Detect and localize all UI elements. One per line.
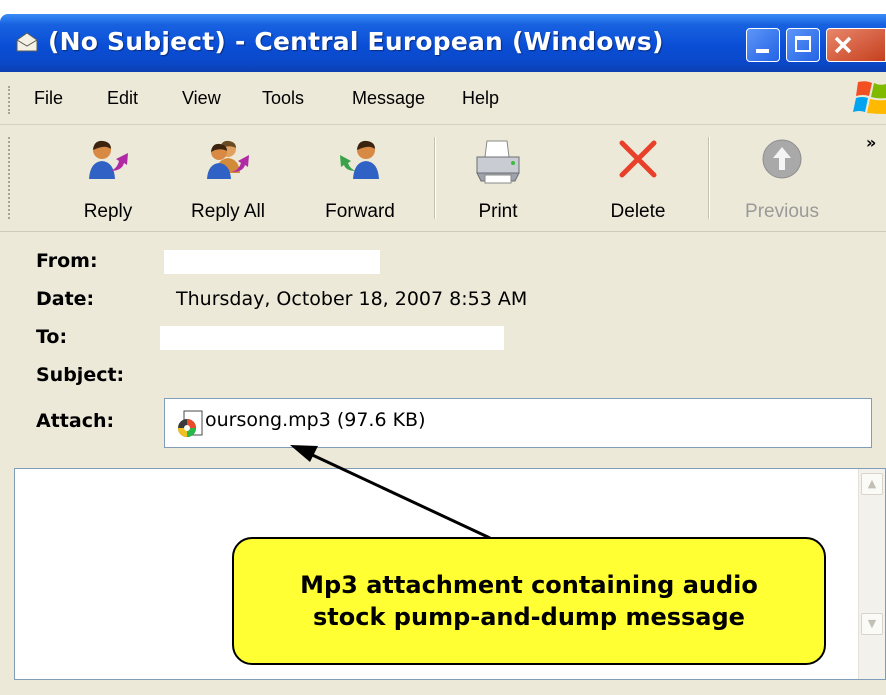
reply-all-button[interactable]: Reply All [172, 131, 284, 227]
toolbar-separator [434, 137, 436, 219]
delete-icon [619, 140, 657, 178]
audio-file-icon [178, 410, 203, 437]
attachment-field[interactable]: oursong.mp3 (97.6 KB) [164, 398, 872, 448]
toolbar-overflow-chevron[interactable]: » [866, 133, 876, 152]
menu-bar: File Edit View Tools Message Help [0, 72, 886, 125]
subject-label: Subject: [36, 364, 125, 386]
annotation-callout: Mp3 attachment containing audio stock pu… [232, 537, 826, 665]
forward-icon [340, 140, 379, 179]
from-value [164, 250, 380, 274]
to-value [160, 326, 504, 350]
menu-view[interactable]: View [182, 88, 221, 109]
menu-help[interactable]: Help [462, 88, 499, 109]
maximize-icon [795, 36, 811, 52]
toolbar-grip [8, 137, 13, 219]
from-label: From: [36, 250, 98, 272]
annotation-line-2: stock pump-and-dump message [313, 603, 745, 631]
close-button[interactable] [826, 28, 886, 62]
toolbar: Reply Reply All Forward Print Delete Pre… [0, 125, 886, 232]
menu-message[interactable]: Message [352, 88, 425, 109]
previous-label: Previous [745, 201, 819, 222]
scroll-up-button[interactable]: ▲ [861, 473, 883, 495]
vertical-scrollbar[interactable]: ▲ ▼ [858, 469, 885, 679]
date-label: Date: [36, 288, 95, 310]
toolbar-separator [708, 137, 710, 219]
up-arrow-icon [762, 139, 802, 179]
forward-label: Forward [325, 201, 395, 222]
maximize-button[interactable] [786, 28, 820, 62]
menu-tools[interactable]: Tools [262, 88, 304, 109]
print-button[interactable]: Print [450, 131, 546, 227]
date-value: Thursday, October 18, 2007 8:53 AM [176, 288, 528, 310]
forward-button[interactable]: Forward [300, 131, 420, 227]
menu-edit[interactable]: Edit [107, 88, 138, 109]
windows-logo-icon [853, 81, 886, 114]
delete-button[interactable]: Delete [588, 131, 688, 227]
minimize-button[interactable] [746, 28, 780, 62]
annotation-line-1: Mp3 attachment containing audio [300, 571, 758, 599]
window-title: (No Subject) - Central European (Windows… [48, 27, 664, 56]
message-header: From: Date: Thursday, October 18, 2007 8… [0, 232, 886, 460]
print-label: Print [478, 201, 518, 222]
attachment-name[interactable]: oursong.mp3 (97.6 KB) [205, 409, 426, 431]
reply-all-label: Reply All [191, 201, 265, 222]
annotation-text: Mp3 attachment containing audio stock pu… [234, 569, 824, 633]
reply-label: Reply [83, 201, 133, 222]
close-icon [834, 36, 852, 54]
previous-button[interactable]: Previous [724, 131, 840, 227]
scroll-down-button[interactable]: ▼ [861, 613, 883, 635]
reply-all-icon [207, 140, 249, 179]
minimize-icon [756, 49, 769, 53]
menu-grip [8, 86, 13, 114]
printer-icon [476, 140, 520, 184]
reply-icon [89, 140, 128, 179]
delete-label: Delete [610, 201, 666, 222]
attach-label: Attach: [36, 410, 115, 432]
to-label: To: [36, 326, 68, 348]
envelope-icon [16, 32, 38, 52]
reply-button[interactable]: Reply [56, 131, 160, 227]
title-bar: (No Subject) - Central European (Windows… [0, 14, 886, 72]
menu-file[interactable]: File [34, 88, 63, 109]
